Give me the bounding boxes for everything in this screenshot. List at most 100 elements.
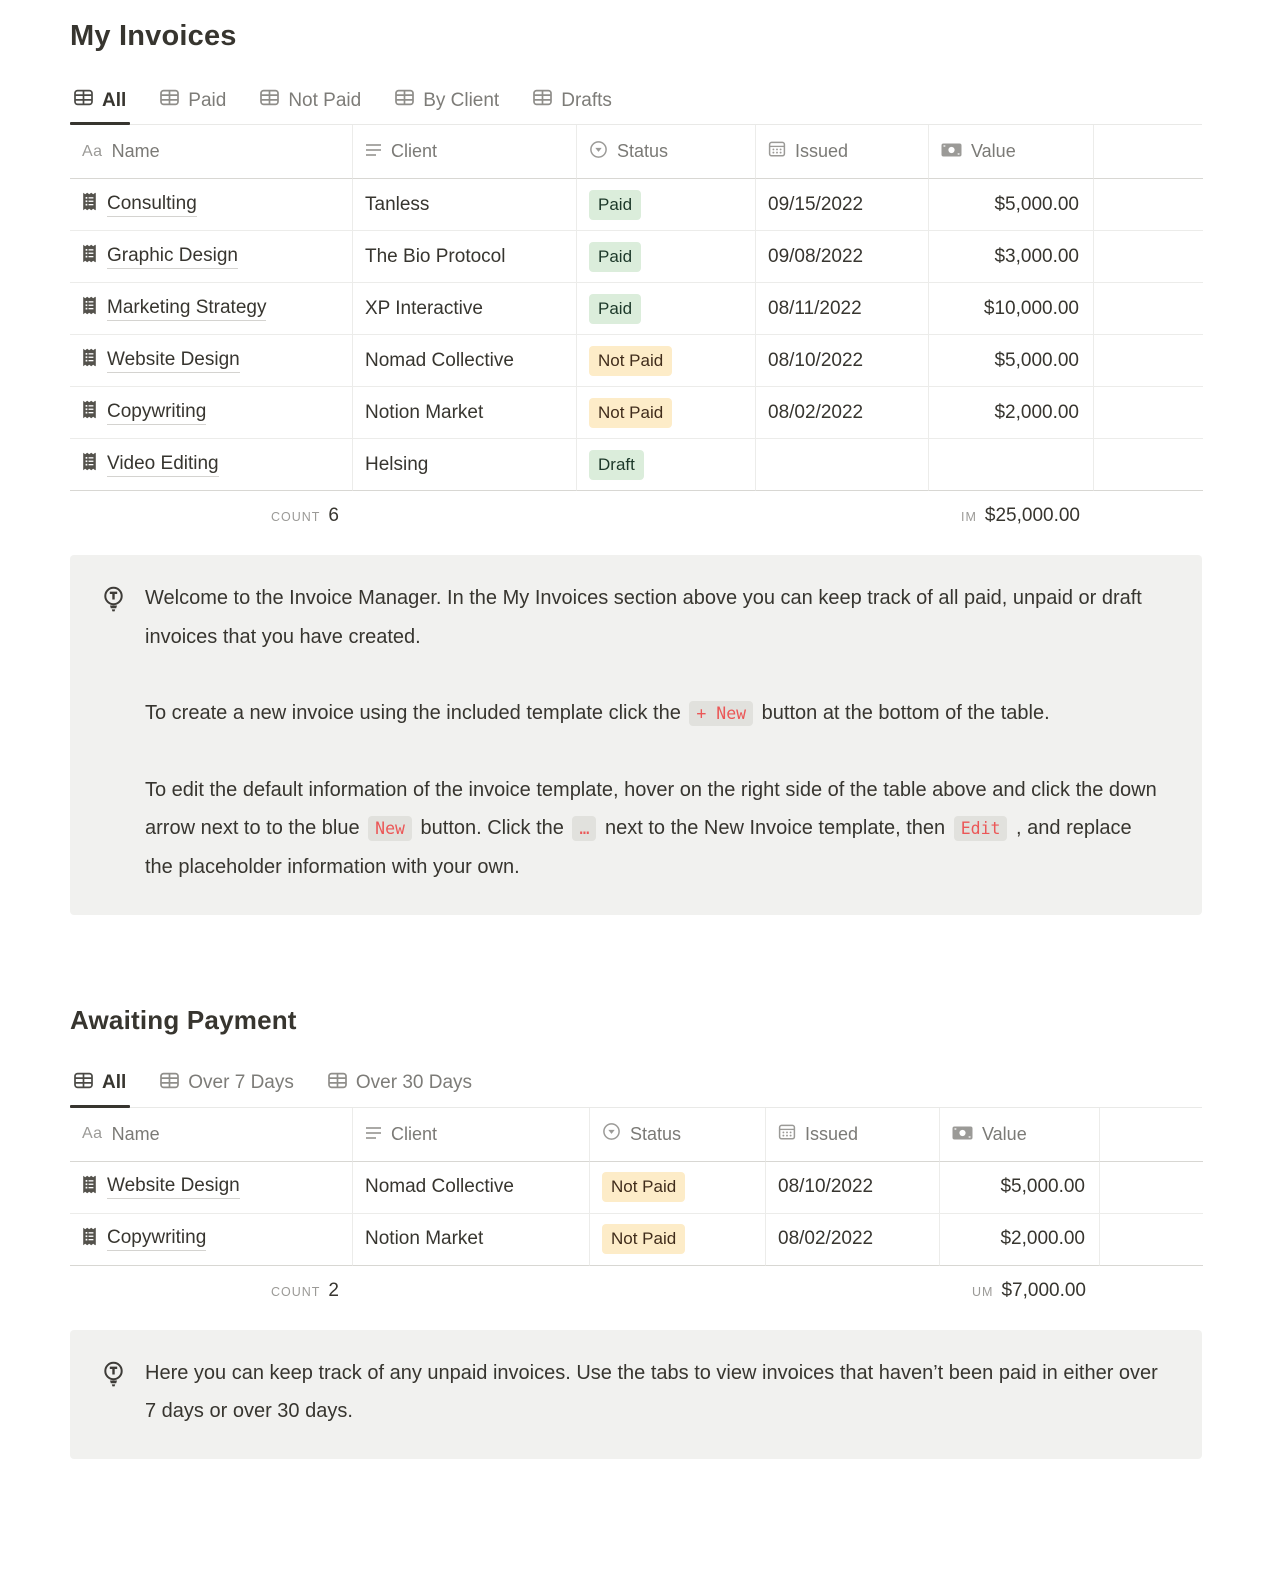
invoice-page-link[interactable]: Video Editing [107, 453, 219, 477]
invoice-name-cell[interactable]: Website Design [70, 1162, 353, 1214]
invoice-page-link[interactable]: Consulting [107, 193, 197, 217]
invoice-page-link[interactable]: Graphic Design [107, 245, 238, 269]
money-icon [941, 141, 962, 162]
table-view-icon [160, 89, 179, 112]
issued-cell[interactable]: 09/15/2022 [756, 179, 929, 231]
tab-paid[interactable]: Paid [156, 83, 230, 124]
invoice-name-cell[interactable]: Copywriting [70, 387, 353, 439]
status-badge: Not Paid [602, 1172, 685, 1202]
table-view-icon [395, 89, 414, 112]
client-cell[interactable]: Nomad Collective [353, 335, 577, 387]
column-header-value[interactable]: Value [940, 1108, 1100, 1162]
table-header-row: AaName Client Status Issued Value [70, 1108, 1203, 1162]
tab-over-30-days[interactable]: Over 30 Days [324, 1066, 476, 1107]
invoice-page-link[interactable]: Website Design [107, 1175, 240, 1199]
invoice-name-cell[interactable]: Graphic Design [70, 231, 353, 283]
column-header-client[interactable]: Client [353, 125, 577, 179]
sum-aggregate[interactable]: UM $7,000.00 [940, 1280, 1100, 1302]
status-cell[interactable]: Paid [577, 179, 756, 231]
row-spacer [1094, 335, 1203, 387]
section-title: Awaiting Payment [70, 1005, 1202, 1036]
client-cell[interactable]: The Bio Protocol [353, 231, 577, 283]
value-cell[interactable]: $10,000.00 [929, 283, 1094, 335]
invoice-page-link[interactable]: Copywriting [107, 1227, 206, 1251]
status-cell[interactable]: Draft [577, 439, 756, 491]
welcome-callout: Welcome to the Invoice Manager. In the M… [70, 555, 1202, 915]
table-row: Video Editing HelsingDraft [70, 439, 1203, 491]
column-header-issued[interactable]: Issued [766, 1108, 940, 1162]
column-header-name[interactable]: AaName [70, 125, 353, 179]
table-body: Website DesignNomad CollectiveNot Paid08… [70, 1162, 1203, 1266]
callout-paragraph: Welcome to the Invoice Manager. In the M… [145, 579, 1162, 656]
invoice-name-cell[interactable]: Video Editing [70, 439, 353, 491]
status-cell[interactable]: Not Paid [590, 1162, 766, 1214]
edit-code-chip: Edit [954, 816, 1008, 841]
tab-over-7-days[interactable]: Over 7 Days [156, 1066, 298, 1107]
money-icon [952, 1124, 973, 1145]
tab-drafts[interactable]: Drafts [529, 83, 616, 124]
status-badge: Paid [589, 190, 641, 220]
status-cell[interactable]: Not Paid [577, 335, 756, 387]
status-cell[interactable]: Not Paid [590, 1214, 766, 1266]
count-value: 6 [328, 505, 339, 527]
column-header-issued[interactable]: Issued [756, 125, 929, 179]
row-spacer [1094, 179, 1203, 231]
sum-aggregate[interactable]: IM $25,000.00 [929, 505, 1094, 527]
invoice-page-link[interactable]: Copywriting [107, 401, 206, 425]
status-cell[interactable]: Paid [577, 283, 756, 335]
tab-all[interactable]: All [70, 83, 130, 124]
issued-cell[interactable]: 09/08/2022 [756, 231, 929, 283]
status-badge: Paid [589, 294, 641, 324]
table-row: Website Design Nomad Collective Not Paid 08… [70, 1162, 1203, 1214]
issued-cell[interactable]: 08/10/2022 [756, 335, 929, 387]
column-header-value[interactable]: Value [929, 125, 1094, 179]
status-cell[interactable]: Paid [577, 231, 756, 283]
value-cell[interactable]: $5,000.00 [929, 335, 1094, 387]
column-header-name[interactable]: AaName [70, 1108, 353, 1162]
column-header-status[interactable]: Status [577, 125, 756, 179]
table-view-icon [160, 1072, 179, 1095]
welcome-callout-text: Welcome to the Invoice Manager. In the M… [145, 579, 1162, 887]
invoice-name-cell[interactable]: Copywriting [70, 1214, 353, 1266]
client-cell[interactable]: Notion Market [353, 387, 577, 439]
calendar-icon [768, 140, 786, 163]
table-header-row: AaName Client Status Issued Value [70, 125, 1203, 179]
tab-by-client[interactable]: By Client [391, 83, 503, 124]
value-cell[interactable]: $5,000.00 [940, 1162, 1100, 1214]
invoice-name-cell[interactable]: Consulting [70, 179, 353, 231]
column-header-spacer [1094, 125, 1203, 179]
tab-not-paid[interactable]: Not Paid [256, 83, 365, 124]
issued-cell[interactable]: 08/02/2022 [756, 387, 929, 439]
lightbulb-icon [100, 1354, 145, 1431]
value-cell[interactable]: $3,000.00 [929, 231, 1094, 283]
invoice-page-link[interactable]: Website Design [107, 349, 240, 373]
sum-value: $25,000.00 [985, 505, 1080, 527]
invoice-name-cell[interactable]: Marketing Strategy [70, 283, 353, 335]
client-cell[interactable]: Helsing [353, 439, 577, 491]
issued-cell[interactable]: 08/02/2022 [766, 1214, 940, 1266]
column-header-spacer [1100, 1108, 1203, 1162]
client-cell[interactable]: Nomad Collective [353, 1162, 590, 1214]
invoice-page-link[interactable]: Marketing Strategy [107, 297, 266, 321]
count-aggregate[interactable]: COUNT 2 [70, 1280, 353, 1302]
value-cell[interactable]: $2,000.00 [929, 387, 1094, 439]
client-cell[interactable]: Notion Market [353, 1214, 590, 1266]
client-cell[interactable]: Tanless [353, 179, 577, 231]
issued-cell[interactable] [756, 439, 929, 491]
value-cell[interactable]: $5,000.00 [929, 179, 1094, 231]
status-cell[interactable]: Not Paid [577, 387, 756, 439]
issued-cell[interactable]: 08/10/2022 [766, 1162, 940, 1214]
row-spacer [1100, 1162, 1203, 1214]
callout-paragraph: To create a new invoice using the includ… [145, 694, 1162, 733]
column-header-status[interactable]: Status [590, 1108, 766, 1162]
column-header-client[interactable]: Client [353, 1108, 590, 1162]
tab-all-awaiting[interactable]: All [70, 1066, 130, 1107]
issued-cell[interactable]: 08/11/2022 [756, 283, 929, 335]
value-cell[interactable] [929, 439, 1094, 491]
value-cell[interactable]: $2,000.00 [940, 1214, 1100, 1266]
count-aggregate[interactable]: COUNT 6 [70, 505, 353, 527]
count-value: 2 [328, 1280, 339, 1302]
invoice-name-cell[interactable]: Website Design [70, 335, 353, 387]
receipt-icon [82, 348, 97, 373]
client-cell[interactable]: XP Interactive [353, 283, 577, 335]
